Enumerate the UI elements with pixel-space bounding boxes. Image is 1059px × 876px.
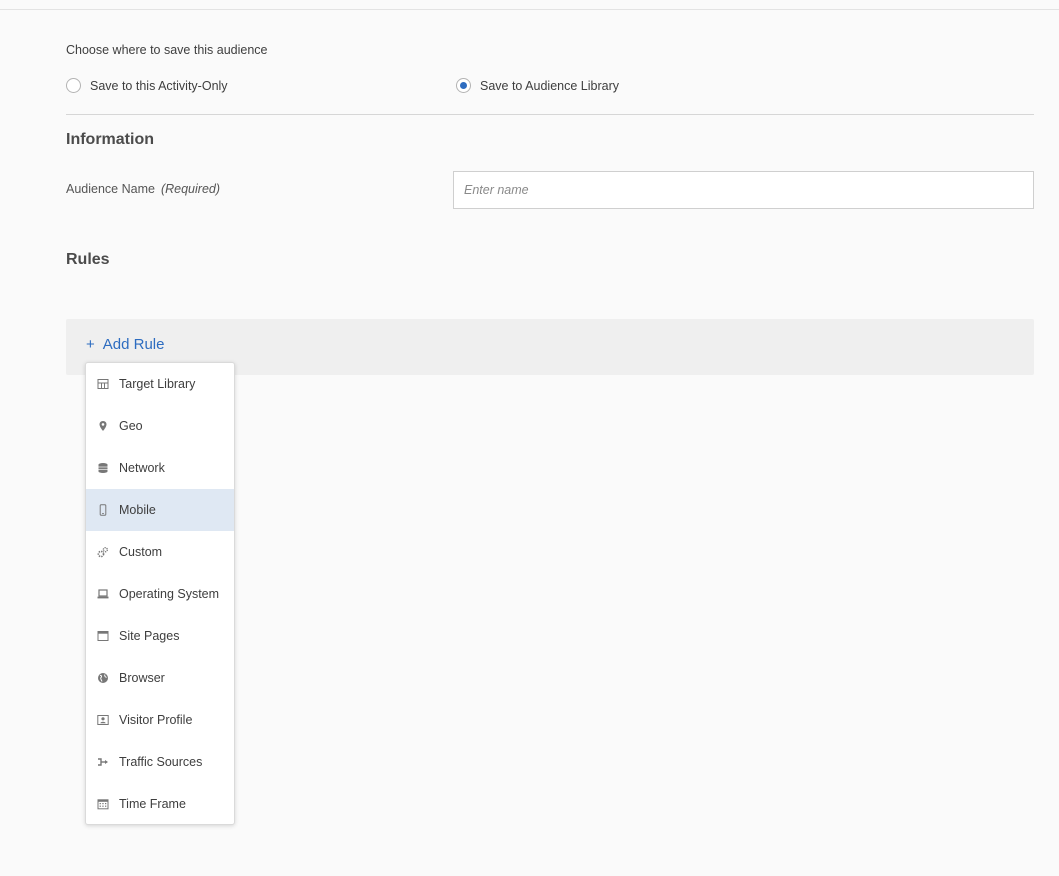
- menu-item-traffic-sources[interactable]: Traffic Sources: [86, 741, 234, 783]
- audience-name-label-text: Audience Name: [66, 182, 155, 196]
- menu-item-operating-system[interactable]: Operating System: [86, 573, 234, 615]
- menu-item-network[interactable]: Network: [86, 447, 234, 489]
- menu-item-geo[interactable]: Geo: [86, 405, 234, 447]
- radio-button-audience-library[interactable]: [456, 78, 471, 93]
- menu-item-label: Visitor Profile: [119, 713, 193, 727]
- section-divider: [66, 114, 1034, 115]
- globe-icon: [97, 672, 109, 684]
- radio-label-audience-library: Save to Audience Library: [480, 78, 619, 93]
- rules-heading: Rules: [66, 251, 110, 268]
- required-marker: (Required): [160, 182, 221, 196]
- menu-item-label: Geo: [119, 419, 143, 433]
- radio-option-audience-library[interactable]: Save to Audience Library: [456, 78, 619, 93]
- menu-item-site-pages[interactable]: Site Pages: [86, 615, 234, 657]
- information-heading: Information: [66, 131, 154, 148]
- traffic-arrow-icon: [97, 756, 109, 768]
- calendar-icon: [97, 798, 109, 810]
- add-rule-label: Add Rule: [102, 336, 165, 353]
- menu-item-label: Traffic Sources: [119, 755, 203, 769]
- menu-item-label: Site Pages: [119, 629, 180, 643]
- profile-card-icon: [97, 714, 109, 726]
- menu-item-label: Network: [119, 461, 165, 475]
- audience-name-input[interactable]: [453, 171, 1034, 209]
- menu-item-target-library[interactable]: Target Library: [86, 363, 234, 405]
- map-pin-icon: [97, 420, 109, 432]
- radio-button-activity-only[interactable]: [66, 78, 81, 93]
- menu-item-label: Browser: [119, 671, 165, 685]
- menu-item-mobile[interactable]: Mobile: [86, 489, 234, 531]
- menu-item-label: Mobile: [119, 503, 156, 517]
- web-page-icon: [97, 630, 109, 642]
- menu-item-label: Custom: [119, 545, 163, 559]
- menu-item-label: Target Library: [119, 377, 196, 391]
- audience-name-label: Audience Name (Required): [66, 182, 220, 196]
- laptop-icon: [97, 588, 109, 600]
- add-rule-menu: Target Library Geo Network Mobile Custom…: [85, 362, 235, 825]
- add-rule-button[interactable]: + Add Rule: [86, 336, 164, 353]
- save-location-prompt: Choose where to save this audience: [66, 43, 268, 57]
- plus-icon: +: [86, 336, 95, 353]
- menu-item-label: Operating System: [119, 587, 220, 601]
- menu-item-browser[interactable]: Browser: [86, 657, 234, 699]
- database-icon: [97, 462, 109, 474]
- gears-icon: [97, 546, 109, 558]
- menu-item-visitor-profile[interactable]: Visitor Profile: [86, 699, 234, 741]
- menu-item-time-frame[interactable]: Time Frame: [86, 783, 234, 825]
- radio-label-activity-only: Save to this Activity-Only: [90, 78, 228, 93]
- top-divider: [0, 9, 1059, 10]
- menu-item-label: Time Frame: [119, 797, 186, 811]
- radio-option-activity-only[interactable]: Save to this Activity-Only: [66, 78, 228, 93]
- mobile-phone-icon: [97, 504, 109, 516]
- menu-item-custom[interactable]: Custom: [86, 531, 234, 573]
- target-library-icon: [97, 378, 109, 390]
